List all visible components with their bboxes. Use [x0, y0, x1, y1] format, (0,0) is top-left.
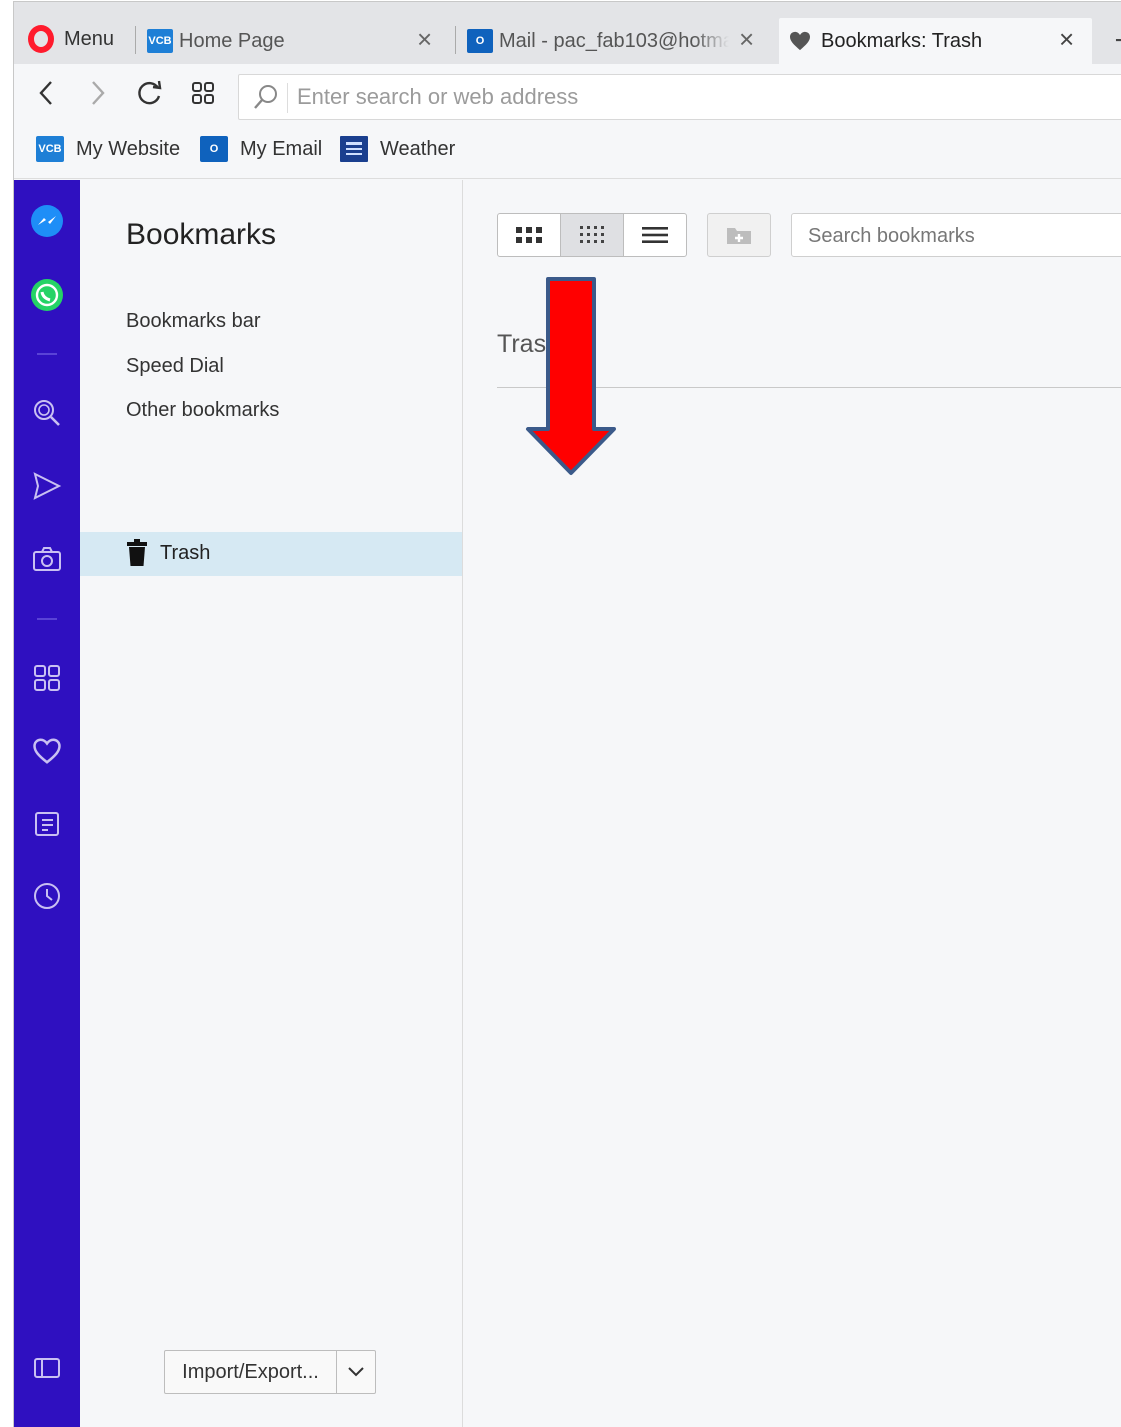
reload-icon: [138, 80, 162, 105]
bookmark-label: My Email: [240, 137, 323, 160]
bookmark-label: Weather: [380, 137, 456, 160]
chevron-down-icon[interactable]: [337, 1351, 375, 1393]
large-grid-icon: [516, 227, 542, 243]
heart-icon: [789, 31, 811, 51]
opera-logo-icon: [28, 25, 54, 53]
chevron-right-icon: [92, 81, 105, 105]
close-tab-icon[interactable]: ×: [417, 26, 432, 52]
history-clock-icon[interactable]: [30, 879, 64, 913]
forward-button[interactable]: [83, 78, 113, 108]
new-folder-button[interactable]: [707, 213, 771, 257]
messenger-icon[interactable]: [30, 204, 64, 238]
browser-window: Menu VCB Home Page × O Mail - pac_fab103…: [13, 1, 1121, 1427]
bookmarks-folder-panel: Bookmarks Bookmarks bar Speed Dial Other…: [80, 180, 463, 1427]
tab-separator: [455, 26, 456, 54]
bookmarks-bar: VCB My Website O My Email Weather: [14, 124, 1121, 179]
camera-icon[interactable]: [30, 542, 64, 576]
chevron-left-icon: [39, 81, 52, 105]
new-folder-icon: [727, 228, 751, 244]
red-down-arrow-annotation: [526, 277, 616, 475]
heart-icon[interactable]: [30, 734, 64, 768]
tab-bookmarks-trash[interactable]: Bookmarks: Trash ×: [779, 18, 1092, 64]
tab-title: Home Page: [179, 29, 285, 52]
bookmark-weather[interactable]: Weather: [340, 136, 455, 162]
tab-strip: Menu VCB Home Page × O Mail - pac_fab103…: [14, 2, 1121, 64]
close-tab-icon[interactable]: ×: [1059, 26, 1074, 52]
tab-title: Bookmarks: Trash: [821, 29, 983, 52]
weather-channel-icon: [340, 136, 368, 162]
view-mode-toggle: [497, 213, 687, 257]
close-tab-icon[interactable]: ×: [739, 26, 754, 52]
import-export-button[interactable]: Import/Export...: [164, 1350, 376, 1394]
speed-dial-icon[interactable]: [30, 661, 64, 695]
back-button[interactable]: [31, 78, 61, 108]
address-bar[interactable]: [238, 74, 1121, 120]
large-tiles-view-button[interactable]: [498, 214, 561, 256]
opera-menu-button[interactable]: Menu: [28, 24, 114, 54]
search-icon[interactable]: [30, 396, 64, 430]
bookmark-my-website[interactable]: VCB My Website: [36, 136, 180, 162]
folder-trash[interactable]: Trash: [80, 532, 462, 576]
outlook-favicon-icon: O: [200, 136, 228, 162]
trash-label: Trash: [160, 542, 211, 564]
address-input[interactable]: [297, 81, 1097, 113]
folder-bookmarks-bar[interactable]: Bookmarks bar: [126, 310, 261, 333]
news-icon[interactable]: [30, 807, 64, 841]
tab-mail[interactable]: O Mail - pac_fab103@hotmail.com ×: [467, 18, 777, 64]
bookmark-label: My Website: [76, 137, 181, 160]
tab-title: Mail - pac_fab103@hotmail.com: [499, 29, 729, 52]
whatsapp-icon[interactable]: [30, 278, 64, 312]
import-export-label[interactable]: Import/Export...: [165, 1351, 337, 1393]
outlook-favicon-icon: O: [467, 29, 493, 53]
folder-speed-dial[interactable]: Speed Dial: [126, 355, 224, 378]
list-view-button[interactable]: [624, 214, 686, 256]
small-grid-icon: [580, 226, 604, 243]
send-icon[interactable]: [30, 469, 64, 503]
trash-icon: [126, 539, 148, 572]
search-bookmarks-field[interactable]: [791, 213, 1121, 257]
tab-separator: [135, 26, 136, 54]
grid-icon: [192, 82, 214, 104]
sidebar-separator: [37, 353, 57, 355]
search-bookmarks-input[interactable]: [808, 222, 1108, 250]
tab-home-page[interactable]: VCB Home Page ×: [147, 18, 447, 64]
list-icon: [642, 227, 668, 243]
search-icon: [253, 83, 279, 116]
reload-button[interactable]: [135, 78, 165, 108]
sidebar-separator: [37, 618, 57, 620]
folder-other-bookmarks[interactable]: Other bookmarks: [126, 399, 279, 422]
bookmark-my-email[interactable]: O My Email: [200, 136, 322, 162]
small-tiles-view-button[interactable]: [561, 214, 624, 256]
address-divider: [287, 83, 288, 113]
navigation-bar: [14, 64, 1121, 124]
sidebar: [14, 180, 80, 1427]
menu-label: Menu: [64, 27, 115, 50]
vcb-favicon-icon: VCB: [36, 136, 64, 162]
speed-dial-button[interactable]: [188, 78, 218, 108]
panel-title: Bookmarks: [126, 218, 277, 251]
new-tab-plus-icon[interactable]: +: [1114, 24, 1121, 58]
sidebar-toggle-icon[interactable]: [30, 1351, 64, 1385]
vcb-favicon-icon: VCB: [147, 29, 173, 53]
